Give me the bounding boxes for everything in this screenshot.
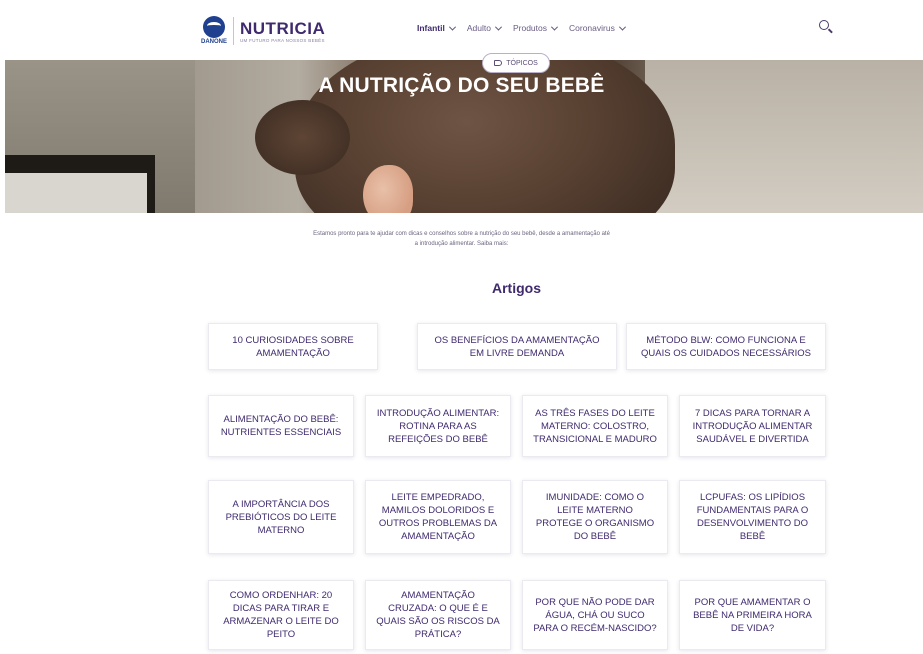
article-title: A IMPORTÂNCIA DOS PREBIÓTICOS DO LEITE M… — [225, 498, 337, 536]
nav-item-label: Produtos — [512, 23, 547, 33]
article-title: POR QUE AMAMENTAR O BEBÊ NA PRIMEIRA HOR… — [693, 596, 812, 634]
article-title: 10 CURIOSIDADES SOBRE AMAMENTAÇÃO — [232, 334, 354, 359]
article-card[interactable]: IMUNIDADE: COMO O LEITE MATERNO PROTEGE … — [522, 480, 668, 554]
chevron-down-icon — [550, 23, 559, 31]
article-title: POR QUE NÃO PODE DAR ÁGUA, CHÁ OU SUCO P… — [533, 596, 657, 634]
nav-item-adulto[interactable]: Adulto — [466, 23, 503, 33]
article-card[interactable]: ALIMENTAÇÃO DO BEBÊ: NUTRIENTES ESSENCIA… — [208, 395, 354, 457]
article-card[interactable]: A IMPORTÂNCIA DOS PREBIÓTICOS DO LEITE M… — [208, 480, 354, 554]
intro-text: Estamos pronto para te ajudar com dicas … — [230, 229, 693, 249]
chevron-down-icon — [618, 23, 626, 31]
article-card[interactable]: OS BENEFÍCIOS DA AMAMENTAÇÃO EM LIVRE DE… — [417, 323, 617, 370]
article-card[interactable]: POR QUE NÃO PODE DAR ÁGUA, CHÁ OU SUCO P… — [522, 580, 668, 650]
article-title: LCPUFAS: OS LIPÍDIOS FUNDAMENTAIS PARA O… — [696, 492, 809, 542]
logo-divider — [233, 17, 234, 45]
article-title: LEITE EMPEDRADO, MAMILOS DOLORIDOS E OUT… — [378, 492, 498, 542]
article-card[interactable]: INTRODUÇÃO ALIMENTAR: ROTINA PARA AS REF… — [365, 395, 511, 457]
nutricia-logo[interactable]: DANONE NUTRICIA UM FUTURO PARA NOSSOS BE… — [201, 14, 325, 48]
chevron-down-icon — [448, 23, 456, 31]
articles-heading: Artigos — [492, 280, 541, 296]
article-title: IMUNIDADE: COMO O LEITE MATERNO PROTEGE … — [535, 492, 655, 542]
brand-name: NUTRICIA — [240, 18, 326, 38]
article-card[interactable]: 7 DICAS PARA TORNAR A INTRODUÇÃO ALIMENT… — [679, 395, 826, 457]
nav-item-coronavirus[interactable]: Coronavirus — [569, 23, 626, 33]
chevron-down-icon — [494, 23, 503, 31]
brand-tagline: UM FUTURO PARA NOSSOS BEBÊS — [240, 37, 325, 43]
hero-photo-hair-bun — [255, 100, 350, 175]
nav-item-label: Infantil — [417, 23, 445, 33]
hero-photo-ear — [363, 165, 413, 213]
article-card[interactable]: POR QUE AMAMENTAR O BEBÊ NA PRIMEIRA HOR… — [679, 580, 826, 650]
article-card[interactable]: 10 CURIOSIDADES SOBRE AMAMENTAÇÃO — [208, 323, 378, 370]
main-nav: Infantil Adulto Produtos Coronavirus — [417, 23, 626, 33]
hero-picture-frame — [5, 155, 155, 213]
article-card[interactable]: MÉTODO BLW: COMO FUNCIONA E QUAIS OS CUI… — [626, 323, 826, 370]
danone-logo-icon: DANONE — [201, 16, 227, 46]
nav-item-infantil[interactable]: Infantil — [417, 23, 456, 33]
article-title: MÉTODO BLW: COMO FUNCIONA E QUAIS OS CUI… — [641, 334, 811, 359]
article-title: AMAMENTAÇÃO CRUZADA: O QUE É E QUAIS SÃO… — [376, 590, 500, 640]
nav-item-produtos[interactable]: Produtos — [512, 23, 559, 33]
article-title: COMO ORDENHAR: 20 DICAS PARA TIRAR E ARM… — [223, 590, 339, 640]
article-title: ALIMENTAÇÃO DO BEBÊ: NUTRIENTES ESSENCIA… — [220, 414, 342, 438]
article-card[interactable]: LCPUFAS: OS LIPÍDIOS FUNDAMENTAIS PARA O… — [679, 480, 826, 554]
article-card[interactable]: AS TRÊS FASES DO LEITE MATERNO: COLOSTRO… — [522, 395, 668, 457]
nav-item-label: Adulto — [466, 23, 491, 33]
article-title: AS TRÊS FASES DO LEITE MATERNO: COLOSTRO… — [533, 407, 657, 445]
search-icon[interactable] — [819, 20, 835, 36]
page-title: A NUTRIÇÃO DO SEU BEBÊ — [318, 74, 605, 97]
topics-button[interactable]: TÓPICOS — [482, 53, 550, 73]
topics-label: TÓPICOS — [506, 59, 538, 67]
site-header: DANONE NUTRICIA UM FUTURO PARA NOSSOS BE… — [5, 0, 923, 60]
article-title: 7 DICAS PARA TORNAR A INTRODUÇÃO ALIMENT… — [692, 407, 813, 445]
intro-line: a introdução alimentar. Saiba mais: — [414, 241, 509, 247]
nav-item-label: Coronavirus — [569, 23, 615, 33]
article-card[interactable]: LEITE EMPEDRADO, MAMILOS DOLORIDOS E OUT… — [365, 480, 511, 554]
article-title: INTRODUÇÃO ALIMENTAR: ROTINA PARA AS REF… — [376, 407, 500, 445]
article-title: OS BENEFÍCIOS DA AMAMENTAÇÃO EM LIVRE DE… — [434, 334, 600, 359]
tag-icon — [494, 60, 503, 66]
article-card[interactable]: AMAMENTAÇÃO CRUZADA: O QUE É E QUAIS SÃO… — [365, 580, 511, 650]
nutricia-wordmark: NUTRICIA UM FUTURO PARA NOSSOS BEBÊS — [240, 18, 326, 43]
intro-line: Estamos pronto para te ajudar com dicas … — [313, 231, 610, 237]
article-card[interactable]: COMO ORDENHAR: 20 DICAS PARA TIRAR E ARM… — [208, 580, 354, 650]
